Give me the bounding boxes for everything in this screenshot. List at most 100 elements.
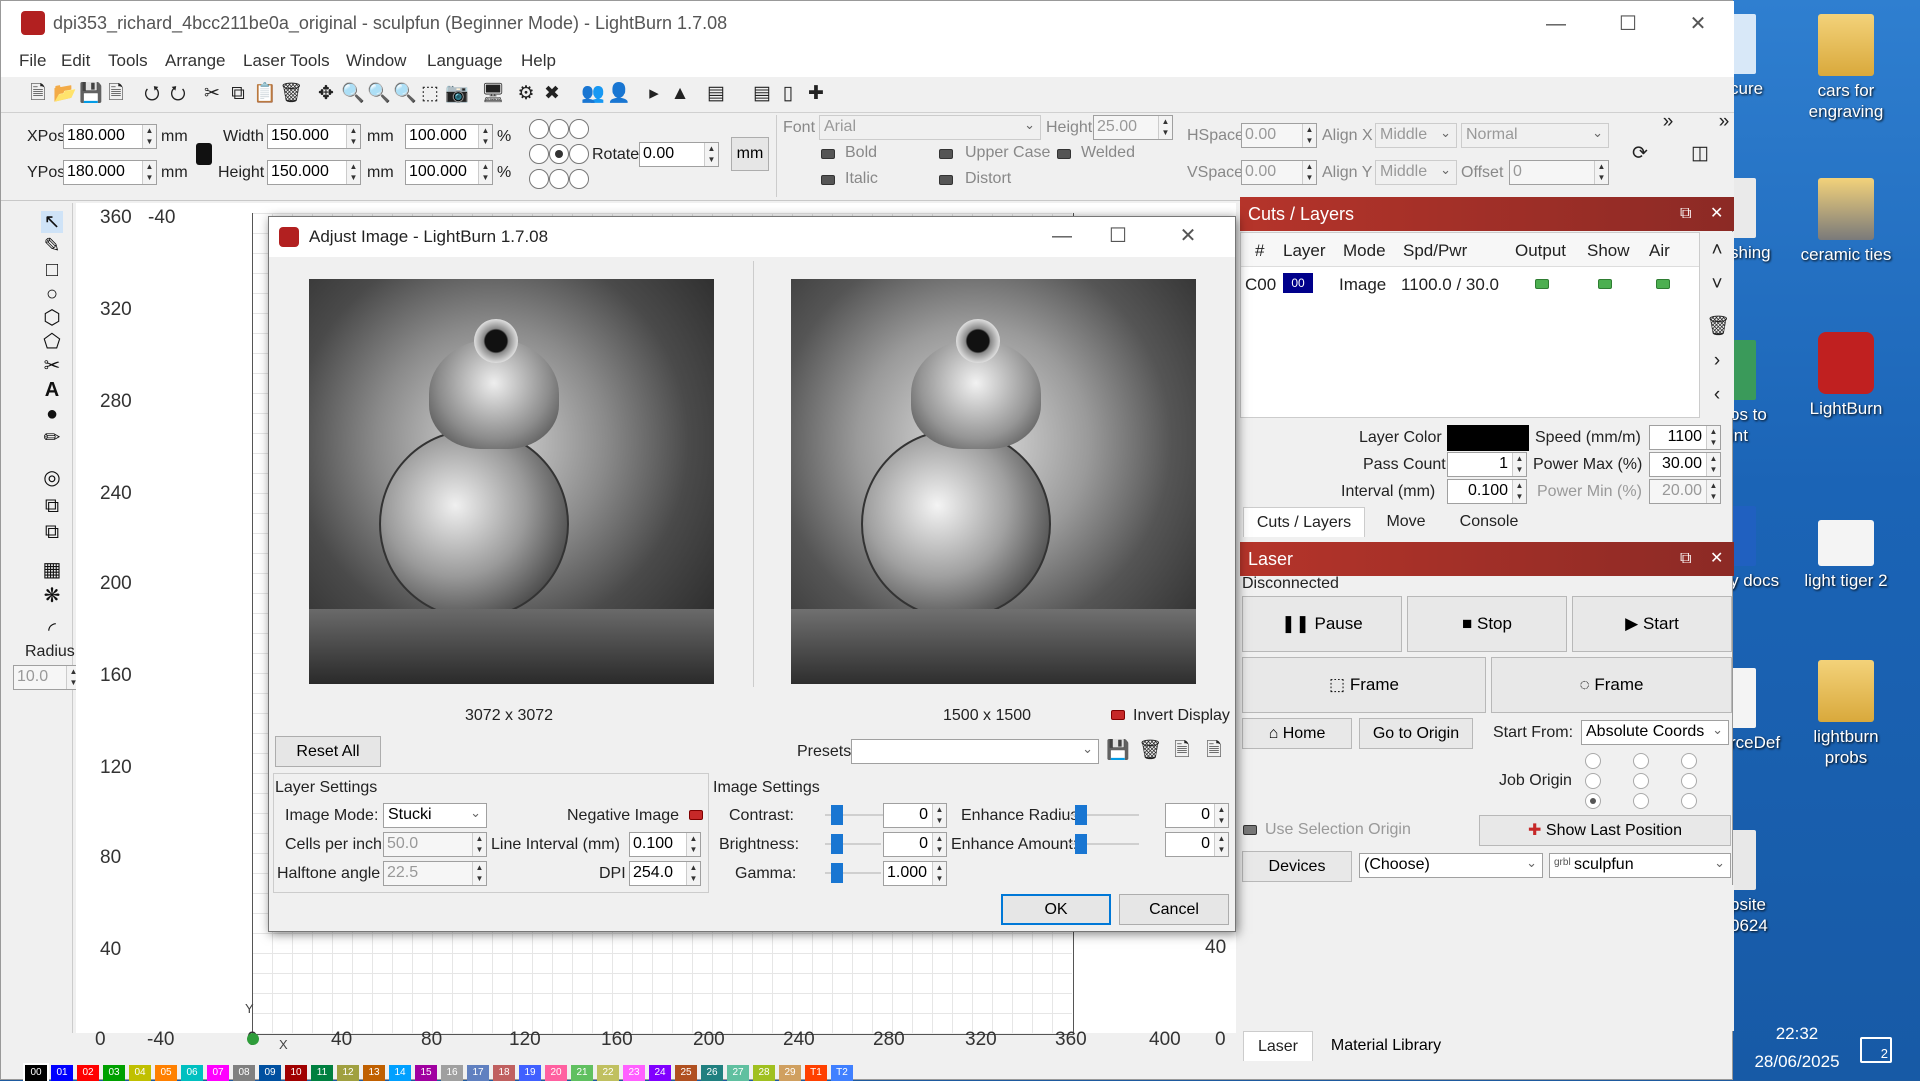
zoom-fit-icon[interactable]: 🔍: [393, 83, 417, 105]
palette-swatch[interactable]: 19: [519, 1065, 541, 1081]
desktop-icon-ceramic-ties[interactable]: ceramic ties: [1796, 178, 1896, 265]
zoom-in-icon[interactable]: 🔍: [341, 83, 365, 105]
select-tool-icon[interactable]: ↖: [41, 211, 63, 233]
palette-swatch[interactable]: 13: [363, 1065, 385, 1081]
job-origin-radio[interactable]: [1681, 773, 1697, 789]
dpi-field[interactable]: 254.0 ▲ ▼: [629, 861, 701, 886]
job-origin-radio[interactable]: [1633, 773, 1649, 789]
bold-checkbox[interactable]: [821, 149, 835, 159]
layer-color-box[interactable]: [1447, 425, 1529, 451]
negative-image-checkbox[interactable]: [689, 810, 703, 820]
slider-handle[interactable]: [831, 805, 843, 825]
slider-handle[interactable]: [1075, 834, 1087, 854]
palette-swatch[interactable]: 04: [129, 1065, 151, 1081]
palette-swatch[interactable]: 08: [233, 1065, 255, 1081]
crosshair-icon[interactable]: ✚: [805, 83, 827, 105]
spin-arrows-icon[interactable]: ▲ ▼: [1706, 426, 1720, 449]
devices-button[interactable]: Devices: [1242, 851, 1352, 882]
welded-checkbox[interactable]: [1057, 149, 1071, 159]
menu-window[interactable]: Window: [346, 51, 406, 71]
spin-arrows-icon[interactable]: ▲ ▼: [472, 862, 486, 885]
offset-tool-icon[interactable]: ◎: [41, 467, 63, 489]
spin-arrows-icon[interactable]: ▲ ▼: [1512, 453, 1526, 476]
ellipse-tool-icon[interactable]: ○: [41, 283, 63, 305]
frame-button[interactable]: ⬚ Frame: [1242, 657, 1486, 713]
move-down-icon[interactable]: ˅: [1706, 274, 1728, 296]
anchor-radio[interactable]: [569, 144, 589, 164]
spin-arrows-icon[interactable]: ▲ ▼: [1706, 480, 1720, 503]
height-field[interactable]: 150.000 ▲ ▼: [267, 160, 361, 185]
delete-layer-icon[interactable]: 🗑: [1706, 316, 1730, 338]
stop-button[interactable]: ■ Stop: [1407, 596, 1567, 652]
settings-icon[interactable]: ⚙: [515, 83, 537, 105]
font-select[interactable]: Arial ⌄: [819, 115, 1041, 140]
desktop-icon-lightburn[interactable]: LightBurn: [1796, 332, 1896, 419]
palette-swatch[interactable]: 20: [545, 1065, 567, 1081]
palette-swatch[interactable]: 12: [337, 1065, 359, 1081]
expand-icon[interactable]: »: [1657, 111, 1679, 133]
save-preset-icon[interactable]: 💾: [1105, 738, 1131, 764]
palette-swatch[interactable]: 14: [389, 1065, 411, 1081]
menu-laser-tools[interactable]: Laser Tools: [243, 51, 330, 71]
palette-swatch[interactable]: 26: [701, 1065, 723, 1081]
import-preset-icon[interactable]: 🗎: [1169, 738, 1195, 764]
desktop-icon-light-tiger-2[interactable]: light tiger 2: [1796, 520, 1896, 591]
image-mode-select[interactable]: Stucki ⌄: [383, 803, 487, 828]
delete-icon[interactable]: 🗑: [279, 83, 303, 105]
copy-icon[interactable]: ⧉: [227, 83, 249, 105]
palette-swatch[interactable]: T1: [805, 1065, 827, 1081]
line-interval-field[interactable]: 0.100 ▲ ▼: [629, 832, 701, 857]
spin-arrows-icon[interactable]: ▲ ▼: [1594, 161, 1608, 184]
position-laser-icon[interactable]: ●: [41, 403, 63, 425]
palette-swatch[interactable]: 27: [727, 1065, 749, 1081]
float-icon[interactable]: ⧉: [1680, 197, 1691, 231]
menu-file[interactable]: File: [19, 51, 46, 71]
desktop-icon-lightburn-probs[interactable]: lightburn probs: [1796, 660, 1896, 768]
maximize-button[interactable]: ☐: [1605, 7, 1651, 41]
paste-icon[interactable]: 📋: [253, 83, 277, 105]
anchor-radio[interactable]: [529, 144, 549, 164]
dialog-close-button[interactable]: ✕: [1165, 219, 1211, 253]
palette-swatch[interactable]: 09: [259, 1065, 281, 1081]
device-select[interactable]: grbl sculpfun ⌄: [1549, 853, 1731, 878]
spin-arrows-icon[interactable]: ▲ ▼: [478, 161, 492, 184]
ok-button[interactable]: OK: [1001, 894, 1111, 925]
slider-handle[interactable]: [831, 834, 843, 854]
cells-per-inch-field[interactable]: 50.0 ▲ ▼: [383, 832, 487, 857]
panel-close-icon[interactable]: ✕: [1710, 542, 1723, 576]
desktop-icon-peek[interactable]: rceDef: [1730, 668, 1790, 753]
aligny-select[interactable]: Middle ⌄: [1375, 160, 1457, 185]
dialog-maximize-button[interactable]: ☐: [1095, 219, 1141, 253]
show-toggle[interactable]: [1598, 279, 1612, 289]
desktop-icon-peek[interactable]: y docs: [1730, 506, 1790, 591]
width-percent-field[interactable]: 100.000 ▲ ▼: [405, 124, 493, 149]
menu-tools[interactable]: Tools: [108, 51, 148, 71]
go-to-origin-button[interactable]: Go to Origin: [1359, 718, 1473, 749]
edit-nodes-icon[interactable]: ✂: [41, 355, 63, 377]
text-tool-icon[interactable]: A: [41, 379, 63, 401]
palette-swatch[interactable]: 07: [207, 1065, 229, 1081]
rectangle-tool-icon[interactable]: □: [41, 259, 63, 281]
palette-swatch[interactable]: 05: [155, 1065, 177, 1081]
job-origin-radio[interactable]: [1681, 793, 1697, 809]
group-icon[interactable]: 👥: [581, 83, 605, 105]
spin-arrows-icon[interactable]: ▲ ▼: [142, 161, 156, 184]
palette-swatch[interactable]: 16: [441, 1065, 463, 1081]
new-file-icon[interactable]: 🗎: [27, 83, 49, 105]
spin-arrows-icon[interactable]: ▲ ▼: [142, 125, 156, 148]
air-toggle[interactable]: [1656, 279, 1670, 289]
enhance-radius-field[interactable]: 0 ▲ ▼: [1165, 803, 1229, 828]
palette-swatch[interactable]: 24: [649, 1065, 671, 1081]
palette-swatch[interactable]: 02: [77, 1065, 99, 1081]
camera-icon[interactable]: 📷: [445, 83, 469, 105]
layer-color-swatch[interactable]: 00: [1283, 273, 1313, 293]
spin-arrows-icon[interactable]: ▲ ▼: [1158, 116, 1172, 139]
text-mode-select[interactable]: Normal ⌄: [1461, 123, 1609, 148]
redo-icon[interactable]: ⭮: [167, 83, 189, 105]
palette-swatch[interactable]: 03: [103, 1065, 125, 1081]
desktop-icon-peek[interactable]: shing: [1730, 178, 1790, 263]
spin-arrows-icon[interactable]: ▲ ▼: [1302, 124, 1316, 147]
spin-arrows-icon[interactable]: ▲ ▼: [932, 862, 946, 885]
show-last-position-button[interactable]: ✚ Show Last Position: [1479, 815, 1731, 846]
dialog-minimize-button[interactable]: —: [1039, 219, 1085, 253]
